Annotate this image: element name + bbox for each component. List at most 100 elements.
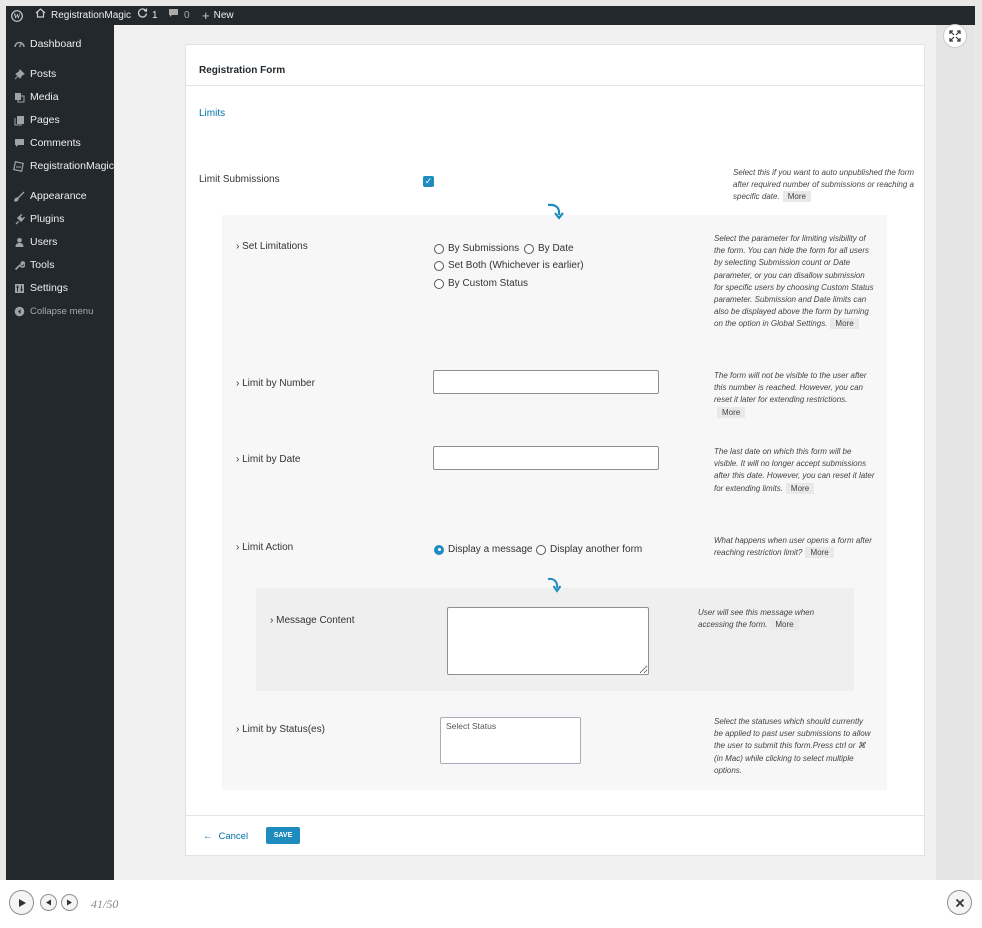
comments-link[interactable]: 0 bbox=[168, 6, 190, 25]
slide-counter: 41/50 bbox=[91, 897, 119, 911]
cancel-link[interactable]: ← Cancel bbox=[203, 831, 248, 842]
close-icon bbox=[955, 898, 964, 907]
more-button[interactable]: More bbox=[805, 547, 834, 559]
sidebar-item-label: Users bbox=[30, 236, 58, 248]
sidebar-item-appearance[interactable]: Appearance bbox=[6, 185, 114, 207]
radio-by-custom-status[interactable]: By Custom Status bbox=[434, 278, 528, 289]
limit-by-number-label: › Limit by Number bbox=[236, 378, 315, 389]
wordpress-logo-icon[interactable]: W bbox=[11, 6, 23, 25]
divider bbox=[186, 85, 924, 86]
pin-icon bbox=[13, 68, 25, 80]
new-label: New bbox=[213, 10, 234, 21]
sidebar-item-registrationmagic[interactable]: RegistrationMagic bbox=[6, 155, 114, 177]
limit-by-status-label: › Limit by Status(es) bbox=[236, 724, 325, 735]
limit-by-number-input[interactable] bbox=[433, 370, 659, 394]
radio-label: Display a message bbox=[448, 544, 533, 555]
sidebar-item-label: Tools bbox=[30, 259, 55, 271]
collapse-icon bbox=[13, 305, 25, 317]
new-content-link[interactable]: + New bbox=[202, 6, 234, 25]
limit-by-date-input[interactable] bbox=[433, 446, 659, 470]
sidebar-item-settings[interactable]: Settings bbox=[6, 277, 114, 299]
next-button[interactable] bbox=[61, 894, 78, 911]
save-button[interactable]: SAVE bbox=[266, 827, 300, 844]
cancel-label: Cancel bbox=[218, 831, 249, 842]
more-button[interactable]: More bbox=[770, 619, 799, 631]
plus-icon: + bbox=[202, 8, 210, 23]
previous-button[interactable] bbox=[40, 894, 57, 911]
site-name: RegistrationMagic bbox=[51, 10, 132, 21]
sidebar-item-label: Settings bbox=[30, 282, 68, 294]
limits-link[interactable]: Limits bbox=[199, 108, 225, 119]
limit-by-date-text: Limit by Date bbox=[242, 454, 301, 465]
radio-set-both[interactable]: Set Both (Whichever is earlier) bbox=[434, 260, 584, 271]
set-limitations-label: › Set Limitations bbox=[236, 241, 308, 252]
collapse-menu-button[interactable]: Collapse menu bbox=[6, 300, 114, 322]
media-icon bbox=[13, 91, 25, 103]
previous-icon bbox=[46, 899, 51, 906]
sidebar-item-users[interactable]: Users bbox=[6, 231, 114, 253]
sidebar-item-label: Dashboard bbox=[30, 38, 82, 50]
sidebar-item-plugins[interactable]: Plugins bbox=[6, 208, 114, 230]
radio-display-message[interactable]: Display a message bbox=[434, 544, 532, 555]
limit-by-number-help: The form will not be visible to the user… bbox=[714, 370, 874, 419]
radio-circle bbox=[536, 544, 546, 555]
refresh-icon bbox=[137, 6, 148, 25]
message-content-section: › Message Content User will see this mes… bbox=[256, 577, 854, 691]
radio-label: Set Both (Whichever is earlier) bbox=[448, 260, 584, 271]
sidebar-item-comments[interactable]: Comments bbox=[6, 132, 114, 154]
message-content-textarea[interactable] bbox=[447, 607, 649, 675]
limit-submissions-help: Select this if you want to auto unpublis… bbox=[733, 167, 915, 204]
limit-submissions-checkbox[interactable]: ✓ bbox=[423, 176, 434, 187]
sidebar-item-media[interactable]: Media bbox=[6, 86, 114, 108]
radio-circle bbox=[434, 278, 444, 289]
radio-by-date[interactable]: By Date bbox=[524, 243, 574, 254]
comment-icon bbox=[13, 137, 25, 149]
sidebar-item-posts[interactable]: Posts bbox=[6, 63, 114, 85]
more-button[interactable]: More bbox=[830, 318, 859, 330]
more-button[interactable]: More bbox=[785, 482, 815, 494]
limit-by-status-help: Select the statuses which should current… bbox=[714, 717, 871, 775]
radio-by-submissions[interactable]: By Submissions bbox=[434, 243, 519, 254]
sidebar-item-pages[interactable]: Pages bbox=[6, 109, 114, 131]
limit-action-text: Limit Action bbox=[242, 542, 294, 553]
registration-form-card: Registration Form Limits Limit Submissio… bbox=[185, 44, 925, 856]
close-button[interactable] bbox=[947, 890, 972, 915]
message-content-help: User will see this message when accessin… bbox=[698, 607, 840, 631]
card-title: Registration Form bbox=[199, 65, 286, 76]
play-icon bbox=[18, 898, 26, 907]
radio-label: Display another form bbox=[550, 544, 643, 555]
radio-circle-selected bbox=[434, 544, 444, 555]
radio-circle bbox=[434, 260, 444, 271]
admin-bar: W RegistrationMagic 1 0 + New bbox=[6, 6, 975, 25]
updates-link[interactable]: 1 bbox=[137, 6, 158, 25]
limit-submissions-label: Limit Submissions bbox=[199, 174, 280, 185]
right-gutter bbox=[936, 25, 975, 880]
message-content-text: Message Content bbox=[276, 615, 355, 626]
registrationmagic-icon bbox=[13, 160, 25, 172]
sidebar-item-label: Appearance bbox=[30, 190, 87, 202]
back-arrow-icon: ← bbox=[203, 831, 213, 842]
fullscreen-toggle[interactable] bbox=[943, 24, 967, 48]
limit-by-status-text: Limit by Status(es) bbox=[242, 724, 325, 735]
more-button[interactable]: More bbox=[717, 406, 746, 418]
collapse-menu-label: Collapse menu bbox=[30, 305, 94, 317]
sidebar-item-tools[interactable]: Tools bbox=[6, 254, 114, 276]
screenshot-frame: W RegistrationMagic 1 0 + New Dashboard … bbox=[6, 6, 975, 880]
sidebar-item-label: Pages bbox=[30, 114, 60, 126]
updates-count: 1 bbox=[152, 10, 158, 21]
pages-icon bbox=[13, 114, 25, 126]
plugin-icon bbox=[13, 213, 25, 225]
site-name-link[interactable]: RegistrationMagic bbox=[35, 6, 131, 25]
help-text: Select the parameter for limiting visibi… bbox=[714, 234, 874, 329]
brush-icon bbox=[13, 190, 25, 202]
sidebar-item-label: Plugins bbox=[30, 213, 65, 225]
home-icon bbox=[35, 6, 46, 25]
sidebar-item-dashboard[interactable]: Dashboard bbox=[6, 33, 114, 55]
radio-display-another-form[interactable]: Display another form bbox=[536, 544, 642, 555]
radio-label: By Custom Status bbox=[448, 278, 529, 289]
more-button[interactable]: More bbox=[782, 191, 811, 203]
play-button[interactable] bbox=[9, 890, 34, 915]
radio-label: By Date bbox=[538, 243, 574, 254]
expand-icon bbox=[949, 30, 961, 42]
status-select[interactable]: Select Status bbox=[440, 717, 581, 764]
